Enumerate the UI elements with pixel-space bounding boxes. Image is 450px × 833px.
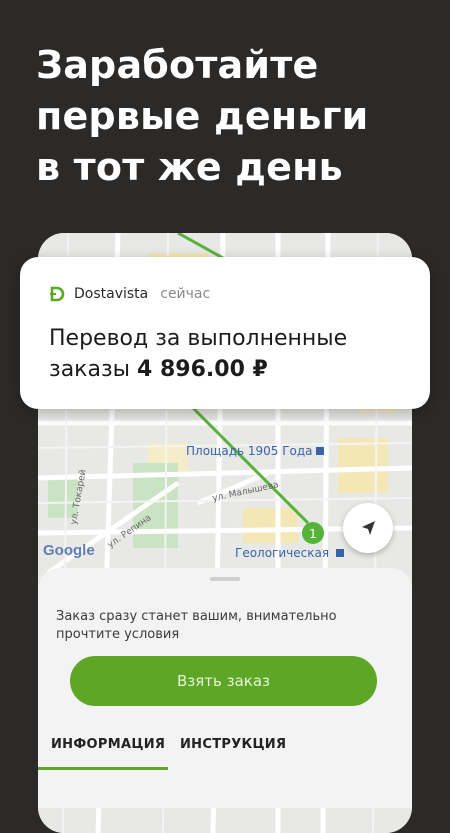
take-order-button[interactable]: Взять заказ (70, 656, 377, 706)
map-label-square: Площадь 1905 Года (186, 444, 313, 458)
notification-app-name: Dostavista (74, 286, 149, 302)
tab-information[interactable]: ИНФОРМАЦИЯ (51, 737, 165, 752)
notification-header: Dostavista сейчас (49, 286, 210, 302)
tab-instructions[interactable]: ИНСТРУКЦИЯ (180, 737, 286, 752)
notification-message-line-2: заказы 4 896.00 ₽ (49, 357, 268, 382)
push-notification[interactable]: Dostavista сейчас Перевод за выполненные… (20, 257, 430, 409)
notification-message-line-1: Перевод за выполненные (49, 326, 348, 351)
google-logo: Google (43, 542, 95, 559)
headline-line-1: Заработайте (36, 43, 319, 87)
headline-line-2: первые деньги (36, 94, 369, 138)
notification-amount: 4 896.00 ₽ (137, 357, 268, 382)
sheet-grabber[interactable] (210, 577, 240, 581)
order-tabs: ИНФОРМАЦИЯ ИНСТРУКЦИЯ (38, 728, 412, 774)
headline-line-3: в тот же день (36, 145, 343, 189)
order-bottom-sheet[interactable]: Заказ сразу станет вашим, внимательно пр… (38, 568, 412, 808)
map-label-geologicheskaya: Геологическая (235, 546, 329, 560)
navigation-arrow-icon (362, 521, 375, 535)
active-tab-indicator (38, 767, 168, 770)
order-hint-line-1: Заказ сразу станет вашим, внимательно (56, 609, 337, 624)
order-hint-line-2: прочтите условия (56, 627, 180, 642)
notification-time: сейчас (160, 286, 211, 302)
locate-button[interactable] (343, 503, 393, 553)
order-hint: Заказ сразу станет вашим, внимательно пр… (56, 608, 386, 644)
notification-message: Перевод за выполненные заказы 4 896.00 ₽ (49, 323, 419, 385)
route-point-number: 1 (309, 527, 317, 541)
dostavista-logo-icon (50, 286, 65, 302)
promo-headline: Заработайте первые деньги в тот же день (36, 40, 436, 193)
